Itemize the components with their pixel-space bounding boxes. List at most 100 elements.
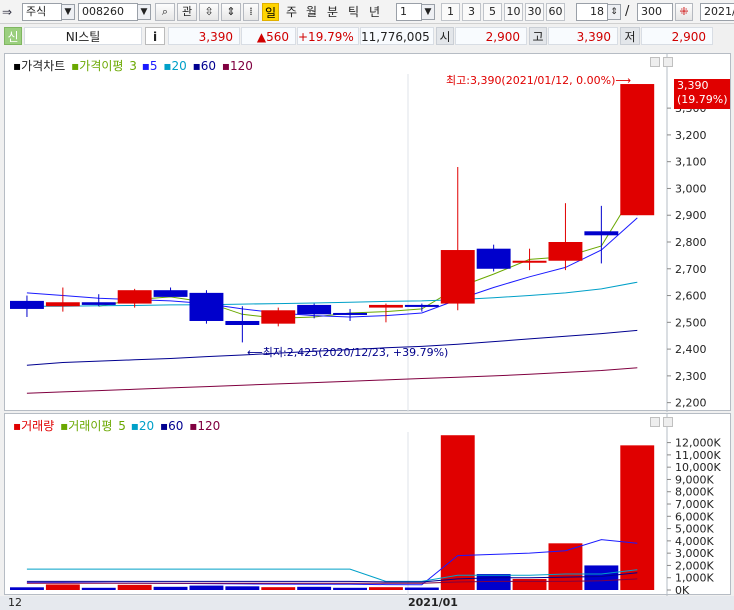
y-tick-label: 3,000K (675, 547, 714, 560)
y-tick-label: 3,100 (675, 156, 707, 169)
volume-bar (584, 565, 619, 590)
y-tick-label: 2,700 (675, 263, 707, 276)
settings-icon[interactable]: ⁜ (675, 3, 693, 21)
spin-icon[interactable]: ⇕ (221, 3, 241, 21)
legend-vma60: ▪60 (159, 419, 184, 433)
volume-legend: ▪거래량 ▪거래이평 5 ▪20 ▪60 ▪120 (13, 417, 222, 434)
link-icon[interactable]: ⇳ (199, 3, 219, 21)
menu-arrow-icon[interactable]: ⇒ (2, 3, 18, 21)
interval-1-button[interactable]: 1 (441, 3, 460, 21)
volume-bar (333, 587, 367, 590)
view-count-input[interactable]: 18 (576, 3, 608, 21)
total-count-input[interactable]: 300 (637, 3, 673, 21)
quote-bar: 신 NI스틸 i 3,390 ▲560 +19.79% 11,776,005 시… (0, 26, 734, 46)
current-price-tag-value: 3,390 (677, 79, 709, 92)
period-year[interactable]: 년 (366, 3, 383, 21)
period-minute[interactable]: 분 (324, 3, 341, 21)
volume-bar (512, 578, 547, 590)
period-tick[interactable]: 틱 (345, 3, 362, 21)
zoom-icon[interactable]: ⁞ (243, 3, 259, 21)
interval-30-button[interactable]: 30 (525, 3, 544, 21)
legend-ma120: ▪120 (221, 59, 253, 73)
current-price: 3,390 (168, 27, 240, 45)
search-icon[interactable]: ⌕ (155, 3, 175, 21)
interval-60-button[interactable]: 60 (546, 3, 565, 21)
x-axis: 12 2021/01 (0, 596, 734, 610)
candle-body (261, 310, 296, 324)
volume-bar (225, 586, 260, 590)
price-legend: ▪가격차트 ▪가격이평 3 ▪5 ▪20 ▪60 ▪120 (13, 57, 255, 74)
legend-vma120: ▪120 (189, 419, 221, 433)
pane-close-icon[interactable] (650, 57, 660, 67)
credit-badge: 신 (4, 27, 22, 45)
volume-bar (45, 584, 80, 590)
interval-3-button[interactable]: 3 (462, 3, 481, 21)
candle-body (225, 320, 260, 325)
y-tick-label: 4,000K (675, 535, 714, 548)
legend-ma3: 3 (129, 59, 137, 73)
volume-pane-close-icon[interactable] (650, 417, 660, 427)
candle-body (440, 250, 475, 304)
y-tick-label: 6,000K (675, 510, 714, 523)
candle-body (81, 302, 116, 305)
candle-body (153, 290, 188, 297)
code-dropdown-icon[interactable]: ▼ (137, 4, 151, 20)
pane-maximize-icon[interactable] (663, 57, 673, 67)
volume-bar (440, 435, 475, 590)
market-dropdown-icon[interactable]: ▼ (61, 4, 75, 20)
candle-body (476, 248, 511, 269)
y-tick-label: 2,400 (675, 343, 707, 356)
candle-body (333, 312, 367, 315)
view-count-spin-icon[interactable]: ⇕ (607, 4, 621, 20)
candle-body (117, 290, 152, 304)
period-day[interactable]: 일 (262, 3, 279, 21)
low-label: 저 (620, 27, 640, 45)
y-tick-label: 2,000K (675, 559, 714, 572)
current-price-tag-rate: (19.79%) (677, 93, 728, 106)
candle-body (404, 304, 439, 307)
min-annotation: ⟵최저:2,425(2020/12/23, +39.79%) (247, 346, 449, 359)
candle-body (548, 242, 583, 261)
info-icon[interactable]: i (145, 27, 165, 45)
open-price: 2,900 (455, 27, 527, 45)
candle-body (189, 292, 224, 321)
legend-ma5: ▪5 (141, 59, 158, 73)
volume-bar (81, 587, 116, 590)
y-tick-label: 2,300 (675, 370, 707, 383)
volume-bar (153, 586, 188, 590)
ma-line-120 (26, 367, 638, 394)
market-select[interactable]: 주식 (22, 3, 62, 21)
legend-price-chart: ▪가격차트 (13, 59, 66, 73)
interval-10-button[interactable]: 10 (504, 3, 523, 21)
date-input[interactable]: 2021/ (700, 3, 734, 21)
interval-5-button[interactable]: 5 (483, 3, 502, 21)
legend-vma5: 5 (118, 419, 126, 433)
volume-bar (117, 584, 152, 590)
interval-dropdown-icon[interactable]: ▼ (421, 4, 435, 20)
watch-button[interactable]: 관 (177, 3, 197, 21)
volume-ma-line-5 (26, 539, 638, 586)
low-price: 2,900 (641, 27, 713, 45)
volume-value: 11,776,005 (360, 27, 434, 45)
y-tick-label: 2,900 (675, 209, 707, 222)
max-annotation: 최고:3,390(2021/01/12, 0.00%)⟶ (446, 74, 632, 87)
volume-chart-pane[interactable]: 0K 1,000K 2,000K 3,000K 4,000K 5,000K 6,000K 7,… (4, 413, 731, 596)
interval-select[interactable]: 1 (396, 3, 422, 21)
stock-code-input[interactable]: 008260 (78, 3, 138, 21)
y-tick-label: 5,000K (675, 523, 714, 536)
high-label: 고 (529, 27, 547, 45)
volume-pane-maximize-icon[interactable] (663, 417, 673, 427)
y-tick-label: 3,000 (675, 182, 707, 195)
candle-body (584, 231, 619, 236)
y-tick-label: 2,200 (675, 397, 707, 410)
candle-body (369, 304, 403, 308)
period-month[interactable]: 월 (303, 3, 320, 21)
volume-bar (297, 586, 332, 590)
y-tick-label: 12,000K (675, 437, 721, 450)
y-tick-label: 3,200 (675, 129, 707, 142)
period-week[interactable]: 주 (283, 3, 300, 21)
x-axis-left-label: 12 (8, 596, 22, 609)
volume-bar (189, 585, 224, 590)
price-chart-pane[interactable]: 2,200 2,300 2,400 2,500 2,600 2,700 2,800 2,900… (4, 53, 731, 412)
y-tick-label: 0K (675, 584, 690, 596)
